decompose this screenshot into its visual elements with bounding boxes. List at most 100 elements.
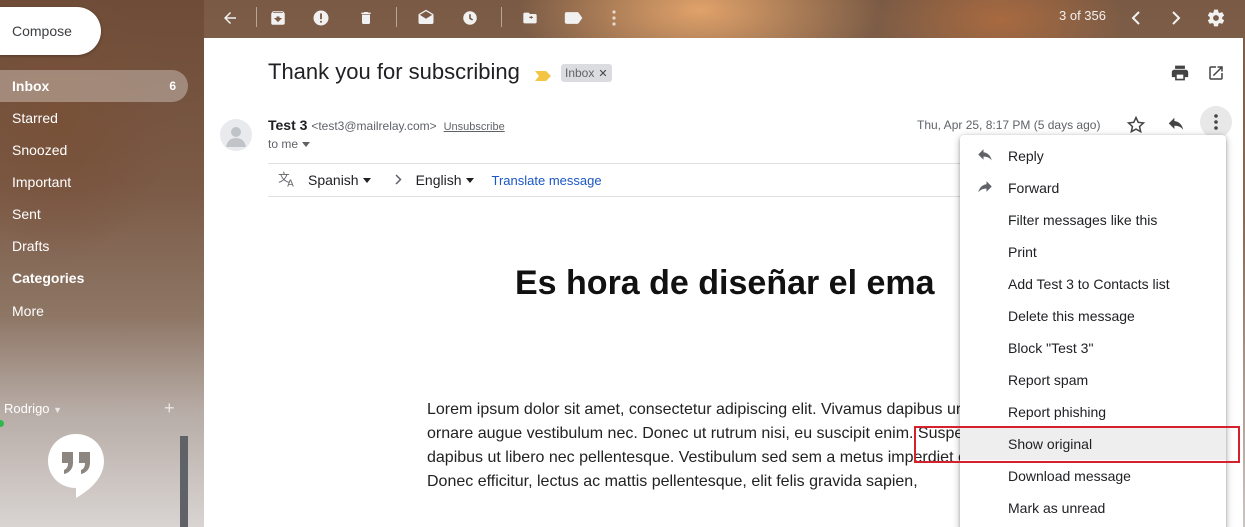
annotation-highlight-box [914,426,1240,463]
translate-message-link[interactable]: Translate message [492,173,602,188]
source-language-dropdown[interactable]: Spanish [308,172,371,188]
menu-item-filter[interactable]: Filter messages like this [960,204,1226,236]
menu-item-label: Block "Test 3" [1008,340,1094,356]
important-marker-icon[interactable] [535,68,551,86]
pager-text: 3 of 356 [1059,8,1106,23]
star-icon[interactable] [1124,113,1148,137]
unread-count-badge: 6 [169,79,176,93]
inbox-label-chip: Inbox ✕ [561,64,612,82]
menu-item-label: Download message [1008,468,1131,484]
sidebar-item-inbox[interactable]: Inbox 6 [0,70,188,102]
sidebar-item-label: More [12,303,44,319]
email-headline: Es hora de diseñar el ema [515,264,935,302]
reply-icon[interactable] [1164,113,1188,137]
toolbar-divider [501,7,502,27]
sidebar-item-label: Categories [12,270,85,286]
sidebar-item-more[interactable]: More [0,295,188,327]
sidebar-item-label: Drafts [12,238,50,254]
menu-item-mark-unread[interactable]: Mark as unread [960,492,1226,524]
sidebar-item-label: Important [12,174,72,190]
source-language-label: Spanish [308,172,359,188]
mark-unread-icon[interactable] [412,4,440,32]
sidebar-item-snoozed[interactable]: Snoozed [0,134,188,166]
recipient-details-toggle[interactable]: to me [268,137,311,151]
menu-item-block[interactable]: Block "Test 3" [960,332,1226,364]
sidebar-item-label: Sent [12,206,41,222]
menu-item-report-spam[interactable]: Report spam [960,364,1226,396]
sender-info: Test 3 <test3@mailrelay.com> Unsubscribe [268,117,505,133]
move-to-icon[interactable] [516,4,544,32]
menu-item-print[interactable]: Print [960,236,1226,268]
menu-item-download[interactable]: Download message [960,460,1226,492]
chevron-down-icon: ▼ [53,405,63,415]
print-icon[interactable] [1168,61,1192,85]
hangouts-user-label: Rodrigo [4,401,50,416]
snooze-icon[interactable] [456,4,484,32]
sidebar-nav: Inbox 6 Starred Snoozed Important Sent D… [0,70,204,327]
menu-item-label: Report spam [1008,372,1089,388]
open-in-new-window-icon[interactable] [1204,61,1228,85]
hangouts-quote-icon [46,432,106,505]
target-language-dropdown[interactable]: English [416,172,474,188]
settings-gear-icon[interactable] [1202,4,1230,32]
chevron-right-icon [395,172,402,188]
svg-text:A: A [287,178,294,188]
message-toolbar: 3 of 356 [204,0,1245,38]
more-options-button[interactable] [1200,106,1232,138]
caret-down-icon [302,141,311,147]
menu-item-label: Forward [1008,180,1060,196]
avatar[interactable] [220,119,252,151]
sidebar-item-label: Snoozed [12,142,68,158]
unsubscribe-link[interactable]: Unsubscribe [444,121,505,133]
menu-item-add-contact[interactable]: Add Test 3 to Contacts list [960,268,1226,300]
sidebar-item-starred[interactable]: Starred [0,102,188,134]
hangouts-user-name[interactable]: Rodrigo ▼ [4,401,62,416]
sidebar-item-drafts[interactable]: Drafts [0,230,188,262]
menu-item-reply[interactable]: Reply [960,140,1226,172]
delete-icon[interactable] [352,4,380,32]
archive-icon[interactable] [264,4,292,32]
sidebar-item-categories[interactable]: Categories [0,262,188,294]
sidebar-item-label: Inbox [12,78,50,94]
recipient-text: to me [268,137,299,151]
translate-icon: 文A [278,170,298,191]
sidebar-item-sent[interactable]: Sent [0,198,188,230]
caret-down-icon [362,177,371,183]
menu-item-label: Reply [1008,148,1044,164]
menu-item-label: Filter messages like this [1008,212,1158,228]
add-icon[interactable]: + [164,398,175,419]
menu-item-label: Report phishing [1008,404,1107,420]
menu-item-label: Print [1008,244,1037,260]
label-icon[interactable] [560,4,588,32]
message-subject: Thank you for subscribing [268,59,520,84]
more-vert-icon[interactable] [600,4,628,32]
message-options-menu: Reply Forward Filter messages like this … [960,135,1226,527]
back-arrow-icon[interactable] [216,4,244,32]
toolbar-divider [256,7,257,27]
chevron-right-icon[interactable] [1162,4,1190,32]
reply-icon [978,149,992,161]
forward-icon [978,181,992,193]
caret-down-icon [465,177,474,183]
sidebar-item-important[interactable]: Important [0,166,188,198]
scrollbar[interactable] [180,436,188,527]
translate-bar: 文A Spanish English Translate message [268,163,968,197]
sender-name[interactable]: Test 3 [268,117,307,133]
menu-item-delete[interactable]: Delete this message [960,300,1226,332]
remove-label-icon[interactable]: ✕ [598,67,607,80]
message-date: Thu, Apr 25, 8:17 PM (5 days ago) [917,118,1101,132]
menu-item-report-phishing[interactable]: Report phishing [960,396,1226,428]
menu-item-forward[interactable]: Forward [960,172,1226,204]
chevron-left-icon[interactable] [1122,4,1150,32]
menu-item-label: Delete this message [1008,308,1135,324]
menu-item-label: Mark as unread [1008,500,1106,516]
report-spam-icon[interactable] [307,4,335,32]
sender-email: <test3@mailrelay.com> [311,119,437,133]
sidebar-item-label: Starred [12,110,58,126]
label-text: Inbox [565,66,595,80]
menu-item-label: Add Test 3 to Contacts list [1008,276,1170,292]
compose-button[interactable]: Compose [0,7,101,55]
toolbar-divider [396,7,397,27]
more-vert-icon [1214,114,1218,130]
target-language-label: English [415,172,462,188]
